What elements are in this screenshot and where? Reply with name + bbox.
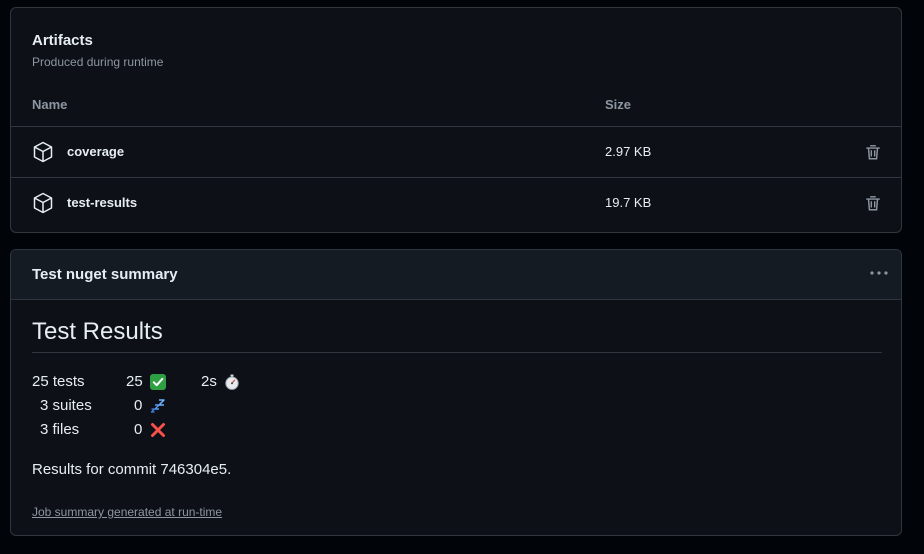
artifact-row: coverage 2.97 KB [11, 126, 901, 177]
summary-title: Test nuget summary [32, 266, 178, 283]
job-summary-link[interactable]: Job summary generated at run-time [32, 505, 222, 519]
passed-count: 25 [126, 373, 143, 390]
skipped-count: 0 [134, 397, 143, 414]
artifacts-title: Artifacts [32, 32, 93, 49]
package-icon [33, 141, 53, 163]
column-header-size: Size [605, 97, 632, 112]
artifact-row: test-results 19.7 KB [11, 177, 901, 228]
trash-icon[interactable] [864, 143, 882, 161]
stopwatch-icon [225, 374, 239, 390]
cross-mark-icon [151, 423, 165, 437]
failed-count: 0 [134, 421, 143, 438]
artifacts-subtitle: Produced during runtime [32, 55, 164, 69]
trash-icon[interactable] [864, 194, 882, 212]
commit-text: Results for commit 746304e5. [32, 461, 232, 478]
artifact-size: 2.97 KB [605, 144, 652, 159]
package-icon [33, 192, 53, 214]
summary-header: Test nuget summary [11, 250, 901, 300]
test-results-heading: Test Results [32, 318, 882, 353]
duration: 2s [201, 373, 217, 390]
column-header-name: Name [32, 97, 68, 112]
suites-count: 3 suites [40, 397, 92, 414]
artifact-name-link[interactable]: test-results [67, 195, 137, 210]
files-count: 3 files [40, 421, 80, 438]
job-summary-panel: Test nuget summary Test Results 25 tests… [10, 249, 902, 536]
check-mark-icon [150, 374, 166, 390]
sleeping-zzz-icon [150, 399, 165, 413]
tests-count: 25 tests [32, 373, 85, 390]
artifact-name-link[interactable]: coverage [67, 144, 124, 159]
kebab-menu-icon[interactable] [869, 265, 889, 281]
artifacts-panel: Artifacts Produced during runtime Name S… [10, 7, 902, 233]
artifact-size: 19.7 KB [605, 195, 652, 210]
